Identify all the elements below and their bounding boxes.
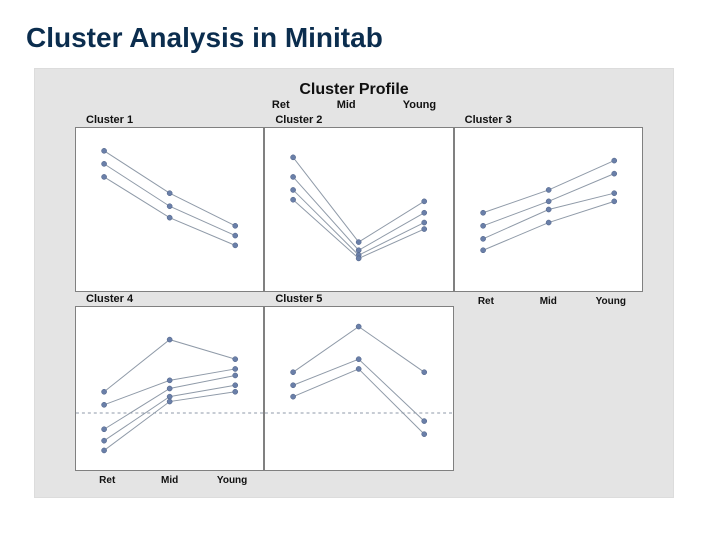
panel-4: Cluster 4RetMidYoung [75,306,264,471]
chart-card: Cluster Profile Ret Mid Young Cluster 1C… [34,68,674,498]
axis-tick-label: Mid [139,475,201,486]
axis-labels: RetMidYoung [76,475,263,486]
panel-3: Cluster 3RetMidYoung [454,127,643,292]
panel-label: Cluster 2 [275,114,322,126]
page-title: Cluster Analysis in Minitab [26,22,698,54]
panel-label: Cluster 4 [86,293,133,305]
panel-1: Cluster 1 [75,127,264,292]
cat-label: Young [403,99,436,111]
axis-tick-label: Ret [76,475,138,486]
axis-tick-label: Mid [517,296,579,307]
panel-label: Cluster 3 [465,114,512,126]
slide: Cluster Analysis in Minitab Cluster Prof… [0,0,720,540]
panel-grid: Cluster 1Cluster 2Cluster 3RetMidYoungCl… [75,113,643,471]
cat-label: Ret [272,99,290,111]
axis-tick-label: Young [580,296,642,307]
axis-tick-label: Young [201,475,263,486]
panel-label: Cluster 1 [86,114,133,126]
axis-tick-label: Ret [455,296,517,307]
panel-5: Cluster 5 [264,306,453,471]
cat-label: Mid [337,99,356,111]
chart-title: Cluster Profile [49,81,659,99]
top-category-labels: Ret Mid Young [35,99,673,111]
axis-labels: RetMidYoung [455,296,642,307]
panel-label: Cluster 5 [275,293,322,305]
panel-2: Cluster 2 [264,127,453,292]
